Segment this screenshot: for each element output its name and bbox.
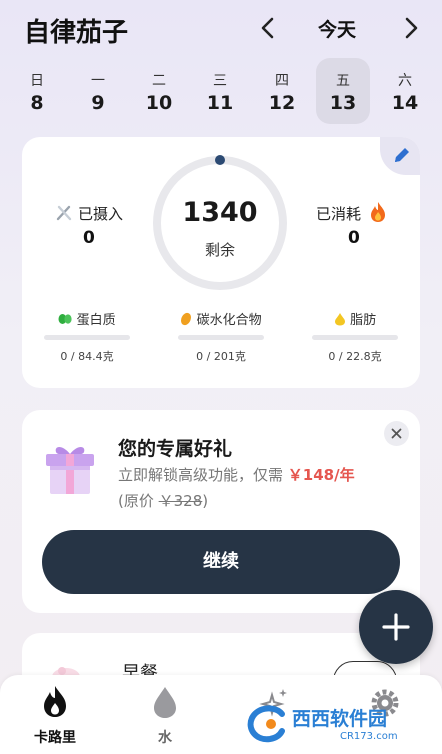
remaining-calories: 1340	[182, 197, 258, 228]
today-button[interactable]: 今天	[318, 15, 356, 42]
bean-icon	[58, 314, 73, 324]
tab-calories-label: 卡路里	[34, 730, 76, 746]
weekday-label: 六	[398, 73, 412, 89]
burned-label: 已消耗	[316, 205, 362, 223]
promo-title: 您的专属好礼	[118, 438, 233, 460]
tab-calories[interactable]: 卡路里	[0, 675, 110, 754]
app-title: 自律茄子	[24, 18, 129, 48]
day-wed[interactable]: 三 11	[193, 58, 247, 124]
carbs-progress-bar	[178, 335, 264, 340]
tab-water-label: 水	[158, 730, 172, 746]
date-number: 14	[391, 92, 419, 114]
oil-drop-icon	[334, 313, 345, 326]
flame-icon	[371, 202, 385, 222]
site-watermark: 西西软件园 CR173.com	[244, 700, 414, 748]
add-fab-button[interactable]	[359, 590, 433, 664]
protein-value: 0 / 84.4克	[60, 350, 114, 363]
calorie-summary-card: 已摄入 0 1340 剩余 已消耗 0 蛋白质 0 / 84.4克 碳水化合物 …	[22, 137, 420, 388]
date-number: 8	[30, 92, 44, 114]
fat-value: 0 / 22.8克	[328, 350, 382, 363]
day-sat[interactable]: 六 14	[378, 58, 432, 124]
day-mon[interactable]: 一 9	[71, 58, 125, 124]
continue-button[interactable]: 继续	[42, 530, 400, 594]
edit-button[interactable]	[380, 137, 420, 175]
watermark-subtext: CR173.com	[340, 731, 398, 742]
carbs-macro: 碳水化合物 0 / 201克	[178, 309, 264, 364]
date-number: 10	[145, 92, 173, 114]
chevron-right-icon	[405, 17, 418, 39]
weekday-label: 五	[336, 73, 350, 89]
pencil-icon	[395, 148, 409, 162]
ring-progress-dot	[215, 155, 225, 165]
weekday-label: 四	[275, 73, 289, 89]
date-number: 13	[329, 92, 357, 114]
fat-label-row: 脂肪	[312, 309, 398, 329]
intake-value: 0	[83, 228, 95, 248]
remaining-label: 剩余	[204, 241, 235, 259]
date-number: 11	[206, 92, 234, 114]
fat-label: 脂肪	[350, 313, 377, 328]
day-tue[interactable]: 二 10	[132, 58, 186, 124]
day-fri-selected[interactable]: 五 13	[316, 58, 370, 124]
carbs-label: 碳水化合物	[196, 313, 262, 328]
carbs-value: 0 / 201克	[196, 350, 246, 363]
plus-icon	[382, 613, 410, 641]
fat-macro: 脂肪 0 / 22.8克	[312, 309, 398, 364]
fat-progress-bar	[312, 335, 398, 340]
close-promo-button[interactable]	[384, 421, 409, 446]
watermark-logo-icon	[247, 705, 285, 743]
protein-label-row: 蛋白质	[44, 309, 130, 329]
day-sun[interactable]: 日 8	[10, 58, 64, 124]
promo-card: 您的专属好礼 立即解锁高级功能，仅需 ￥148/年 (原价 ￥328) 继续	[22, 410, 420, 613]
carbs-label-row: 碳水化合物	[178, 309, 264, 329]
tab-water[interactable]: 水	[110, 675, 220, 754]
flame-icon	[44, 686, 66, 717]
week-strip: 日 8 一 9 二 10 三 11 四 12 五 13 六 14	[10, 58, 432, 126]
protein-macro: 蛋白质 0 / 84.4克	[44, 309, 130, 364]
gift-icon	[46, 447, 94, 494]
intake-label: 已摄入	[78, 205, 124, 223]
promo-text: 立即解锁高级功能，仅需	[118, 466, 284, 484]
original-price-row: (原价 ￥328)	[118, 490, 208, 511]
protein-label: 蛋白质	[76, 313, 116, 328]
day-thu[interactable]: 四 12	[255, 58, 309, 124]
next-day-button[interactable]	[398, 14, 424, 42]
chevron-left-icon	[261, 17, 274, 39]
protein-progress-bar	[44, 335, 130, 340]
header: 自律茄子 今天	[0, 0, 442, 58]
burned-value: 0	[348, 228, 360, 248]
water-drop-icon	[154, 687, 176, 718]
weekday-label: 二	[152, 73, 166, 89]
original-price-suffix: )	[202, 492, 209, 510]
fork-knife-icon	[56, 205, 72, 221]
previous-day-button[interactable]	[255, 14, 281, 42]
watermark-text: 西西软件园	[292, 708, 388, 730]
weekday-label: 一	[91, 73, 105, 89]
promo-description: 立即解锁高级功能，仅需 ￥148/年	[118, 464, 355, 485]
close-icon	[391, 428, 402, 439]
original-price-prefix: (原价	[118, 492, 154, 510]
weekday-label: 日	[30, 73, 44, 89]
grain-icon	[181, 312, 192, 326]
date-number: 12	[268, 92, 296, 114]
date-number: 9	[91, 92, 105, 114]
original-price: ￥328	[158, 492, 203, 510]
promo-price: ￥148/年	[287, 466, 355, 484]
weekday-label: 三	[213, 73, 227, 89]
